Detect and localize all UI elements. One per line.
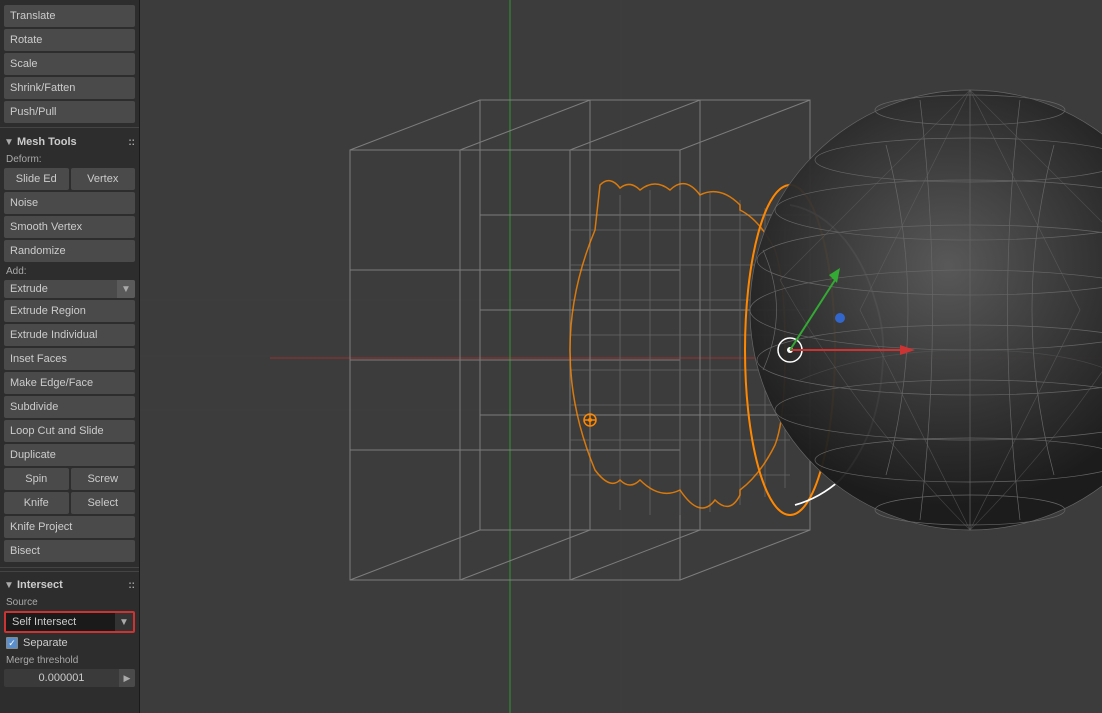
randomize-button[interactable]: Randomize	[4, 240, 135, 262]
intersect-dots: ::	[128, 580, 135, 591]
translate-button[interactable]: Translate	[4, 5, 135, 27]
self-intersect-dropdown[interactable]: Self Intersect ▼	[4, 611, 135, 633]
mesh-tools-header[interactable]: ▼ Mesh Tools ::	[0, 131, 139, 151]
extrude-individual-button[interactable]: Extrude Individual	[4, 324, 135, 346]
make-edge-face-button[interactable]: Make Edge/Face	[4, 372, 135, 394]
separate-row[interactable]: ✓ Separate	[0, 634, 139, 652]
shrink-fatten-button[interactable]: Shrink/Fatten	[4, 77, 135, 99]
spin-button[interactable]: Spin	[4, 468, 69, 490]
slide-ed-button[interactable]: Slide Ed	[4, 168, 69, 190]
intersect-header[interactable]: ▼ Intersect ::	[0, 574, 139, 594]
spin-screw-row: Spin Screw	[4, 468, 135, 490]
mesh-tools-label: ▼ Mesh Tools	[4, 136, 77, 148]
scale-button[interactable]: Scale	[4, 53, 135, 75]
knife-project-button[interactable]: Knife Project	[4, 516, 135, 538]
add-label: Add:	[0, 263, 139, 279]
extrude-arrow-icon[interactable]: ▼	[117, 280, 135, 298]
knife-select-row: Knife Select	[4, 492, 135, 514]
merge-threshold-arrow-icon[interactable]: ▶	[119, 669, 135, 687]
merge-threshold-label: Merge threshold	[0, 652, 139, 668]
self-intersect-value: Self Intersect	[6, 613, 115, 631]
intersect-section: ▼ Intersect :: Source Self Intersect ▼ ✓…	[0, 571, 139, 688]
rotate-button[interactable]: Rotate	[4, 29, 135, 51]
deform-label: Deform:	[0, 151, 139, 167]
screw-button[interactable]: Screw	[71, 468, 136, 490]
separate-label: Separate	[23, 637, 68, 649]
self-intersect-arrow-icon[interactable]: ▼	[115, 613, 133, 631]
left-panel: Translate Rotate Scale Shrink/Fatten Pus…	[0, 0, 140, 713]
3d-viewport[interactable]	[140, 0, 1102, 713]
source-label: Source	[0, 594, 139, 610]
bisect-button[interactable]: Bisect	[4, 540, 135, 562]
scene-svg	[140, 0, 1102, 713]
knife-button[interactable]: Knife	[4, 492, 69, 514]
mesh-tools-dots: ::	[128, 137, 135, 148]
duplicate-button[interactable]: Duplicate	[4, 444, 135, 466]
extrude-dropdown[interactable]: Extrude ▼	[4, 280, 135, 298]
separate-checkbox[interactable]: ✓	[6, 637, 18, 649]
deform-buttons-row: Slide Ed Vertex	[4, 168, 135, 190]
vertex-button[interactable]: Vertex	[71, 168, 136, 190]
extrude-label: Extrude	[4, 280, 117, 298]
smooth-vertex-button[interactable]: Smooth Vertex	[4, 216, 135, 238]
noise-button[interactable]: Noise	[4, 192, 135, 214]
intersect-label: ▼ Intersect	[4, 579, 63, 591]
loop-cut-button[interactable]: Loop Cut and Slide	[4, 420, 135, 442]
subdivide-button[interactable]: Subdivide	[4, 396, 135, 418]
select-button[interactable]: Select	[71, 492, 136, 514]
inset-faces-button[interactable]: Inset Faces	[4, 348, 135, 370]
extrude-region-button[interactable]: Extrude Region	[4, 300, 135, 322]
merge-threshold-value: 0.000001	[4, 669, 119, 687]
push-pull-button[interactable]: Push/Pull	[4, 101, 135, 123]
merge-threshold-field[interactable]: 0.000001 ▶	[4, 669, 135, 687]
